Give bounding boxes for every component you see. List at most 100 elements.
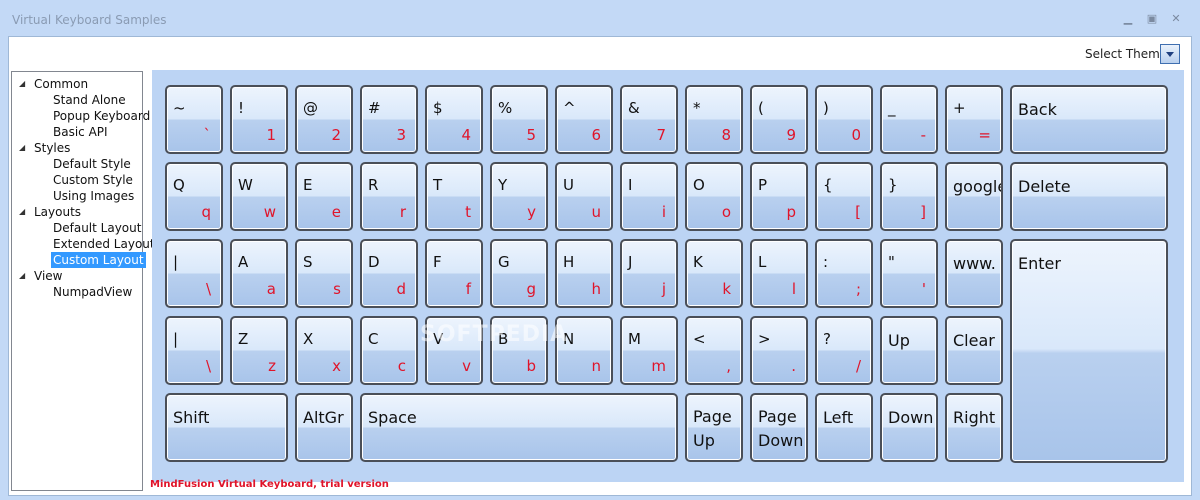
right-key-label: Right xyxy=(953,408,996,427)
tree-item-popup-keyboard[interactable]: Popup Keyboard xyxy=(53,108,150,124)
tree-item-default-layout[interactable]: Default Layout xyxy=(53,220,141,236)
key-h[interactable]: Hh xyxy=(555,239,613,308)
tree-item-using-images[interactable]: Using Images xyxy=(53,188,134,204)
key-j[interactable]: Jj xyxy=(620,239,678,308)
expand-arrow-icon[interactable]: ◢ xyxy=(19,140,25,156)
tree-item-custom-style[interactable]: Custom Style xyxy=(53,172,133,188)
key-d[interactable]: Dd xyxy=(360,239,418,308)
expand-arrow-icon[interactable]: ◢ xyxy=(19,204,25,220)
www-key[interactable]: www. xyxy=(945,239,1003,308)
key-symbol[interactable]: + = xyxy=(945,85,1003,154)
key-g[interactable]: Gg xyxy=(490,239,548,308)
tree-item-stand-alone[interactable]: Stand Alone xyxy=(53,92,126,108)
key-r[interactable]: Rr xyxy=(360,162,418,231)
key-symbol[interactable]: :; xyxy=(815,239,873,308)
key-2[interactable]: @2 xyxy=(295,85,353,154)
page-down-key[interactable]: Page Down xyxy=(750,393,808,462)
right-key[interactable]: Right xyxy=(945,393,1003,462)
key-symbol[interactable]: >. xyxy=(750,316,808,385)
tree-item-extended-layout[interactable]: Extended Layout xyxy=(53,236,155,252)
key-symbol[interactable]: ? / xyxy=(815,316,873,385)
close-icon[interactable]: ✕ xyxy=(1168,11,1184,27)
key-t[interactable]: Tt xyxy=(425,162,483,231)
key-x[interactable]: Xx xyxy=(295,316,353,385)
key-w[interactable]: Ww xyxy=(230,162,288,231)
tree-group-layouts[interactable]: Layouts xyxy=(34,204,81,220)
key-base-label: ` xyxy=(203,126,212,144)
key-base-label: r xyxy=(399,203,406,221)
key-0[interactable]: ) 0 xyxy=(815,85,873,154)
key-symbol[interactable]: }] xyxy=(880,162,938,231)
key-symbol[interactable]: _ - xyxy=(880,85,938,154)
up-key[interactable]: Up xyxy=(880,316,938,385)
key-7[interactable]: & 7 xyxy=(620,85,678,154)
google-key[interactable]: google xyxy=(945,162,1003,231)
key-5[interactable]: % 5 xyxy=(490,85,548,154)
key-base-label: = xyxy=(978,126,991,144)
sample-tree[interactable]: ◢ Common Stand Alone Popup Keyboard Basic AP… xyxy=(11,71,155,491)
tree-group-view[interactable]: View xyxy=(34,268,62,284)
space-key[interactable]: Space xyxy=(360,393,678,462)
key-base-label: w xyxy=(263,203,276,221)
key-base-label: 3 xyxy=(396,126,406,144)
key-c[interactable]: Cc xyxy=(360,316,418,385)
key-y[interactable]: Yy xyxy=(490,162,548,231)
key-8[interactable]: * 8 xyxy=(685,85,743,154)
key-base-label: c xyxy=(397,357,406,375)
maximize-icon[interactable]: ▣ xyxy=(1144,11,1160,27)
key-base-label: 9 xyxy=(786,126,796,144)
tree-item-default-style[interactable]: Default Style xyxy=(53,156,131,172)
key-z[interactable]: Zz xyxy=(230,316,288,385)
clear-key[interactable]: Clear xyxy=(945,316,1003,385)
key-backslash[interactable]: | \ xyxy=(165,316,223,385)
key-symbol[interactable]: {[ xyxy=(815,162,873,231)
delete-key[interactable]: Delete xyxy=(1010,162,1168,231)
left-key[interactable]: Left xyxy=(815,393,873,462)
key-base-label: t xyxy=(465,203,471,221)
key-u[interactable]: Uu xyxy=(555,162,613,231)
delete-key-label: Delete xyxy=(1018,177,1071,196)
key-symbol[interactable]: " ' xyxy=(880,239,938,308)
key-9[interactable]: (9 xyxy=(750,85,808,154)
back-key[interactable]: Back xyxy=(1010,85,1168,154)
google-key-label: google xyxy=(953,177,1003,196)
key-shift-label: Q xyxy=(173,176,185,194)
key-shift-label: K xyxy=(693,253,703,271)
tree-item-numpadview[interactable]: NumpadView xyxy=(53,284,132,300)
key-q[interactable]: Qq xyxy=(165,162,223,231)
key-k[interactable]: Kk xyxy=(685,239,743,308)
select-theme-dropdown[interactable] xyxy=(1160,44,1180,64)
key-shift-label: ~ xyxy=(173,99,186,117)
expand-arrow-icon[interactable]: ◢ xyxy=(19,268,25,284)
key-6[interactable]: ^ 6 xyxy=(555,85,613,154)
key-symbol[interactable]: ~ ` xyxy=(165,85,223,154)
key-f[interactable]: Ff xyxy=(425,239,483,308)
tree-item-custom-layout[interactable]: Custom Layout xyxy=(51,252,146,268)
key-backslash[interactable]: | \ xyxy=(165,239,223,308)
tree-item-basic-api[interactable]: Basic API xyxy=(53,124,108,140)
key-1[interactable]: ! 1 xyxy=(230,85,288,154)
key-p[interactable]: Pp xyxy=(750,162,808,231)
key-l[interactable]: Ll xyxy=(750,239,808,308)
altgr-key[interactable]: AltGr xyxy=(295,393,353,462)
key-symbol[interactable]: <, xyxy=(685,316,743,385)
expand-arrow-icon[interactable]: ◢ xyxy=(19,76,25,92)
key-base-label: k xyxy=(722,280,731,298)
down-key[interactable]: Down xyxy=(880,393,938,462)
key-4[interactable]: $4 xyxy=(425,85,483,154)
key-a[interactable]: Aa xyxy=(230,239,288,308)
tree-group-common[interactable]: Common xyxy=(34,76,88,92)
enter-key[interactable]: Enter xyxy=(1010,239,1168,463)
page-up-key[interactable]: Page Up xyxy=(685,393,743,462)
key-m[interactable]: Mm xyxy=(620,316,678,385)
key-s[interactable]: Ss xyxy=(295,239,353,308)
key-3[interactable]: #3 xyxy=(360,85,418,154)
key-shift-label: : xyxy=(823,253,829,271)
key-base-label: . xyxy=(791,357,796,375)
tree-group-styles[interactable]: Styles xyxy=(34,140,70,156)
key-o[interactable]: Oo xyxy=(685,162,743,231)
minimize-icon[interactable]: ▁ xyxy=(1120,11,1136,27)
key-e[interactable]: Ee xyxy=(295,162,353,231)
shift-key[interactable]: Shift xyxy=(165,393,288,462)
key-i[interactable]: Ii xyxy=(620,162,678,231)
